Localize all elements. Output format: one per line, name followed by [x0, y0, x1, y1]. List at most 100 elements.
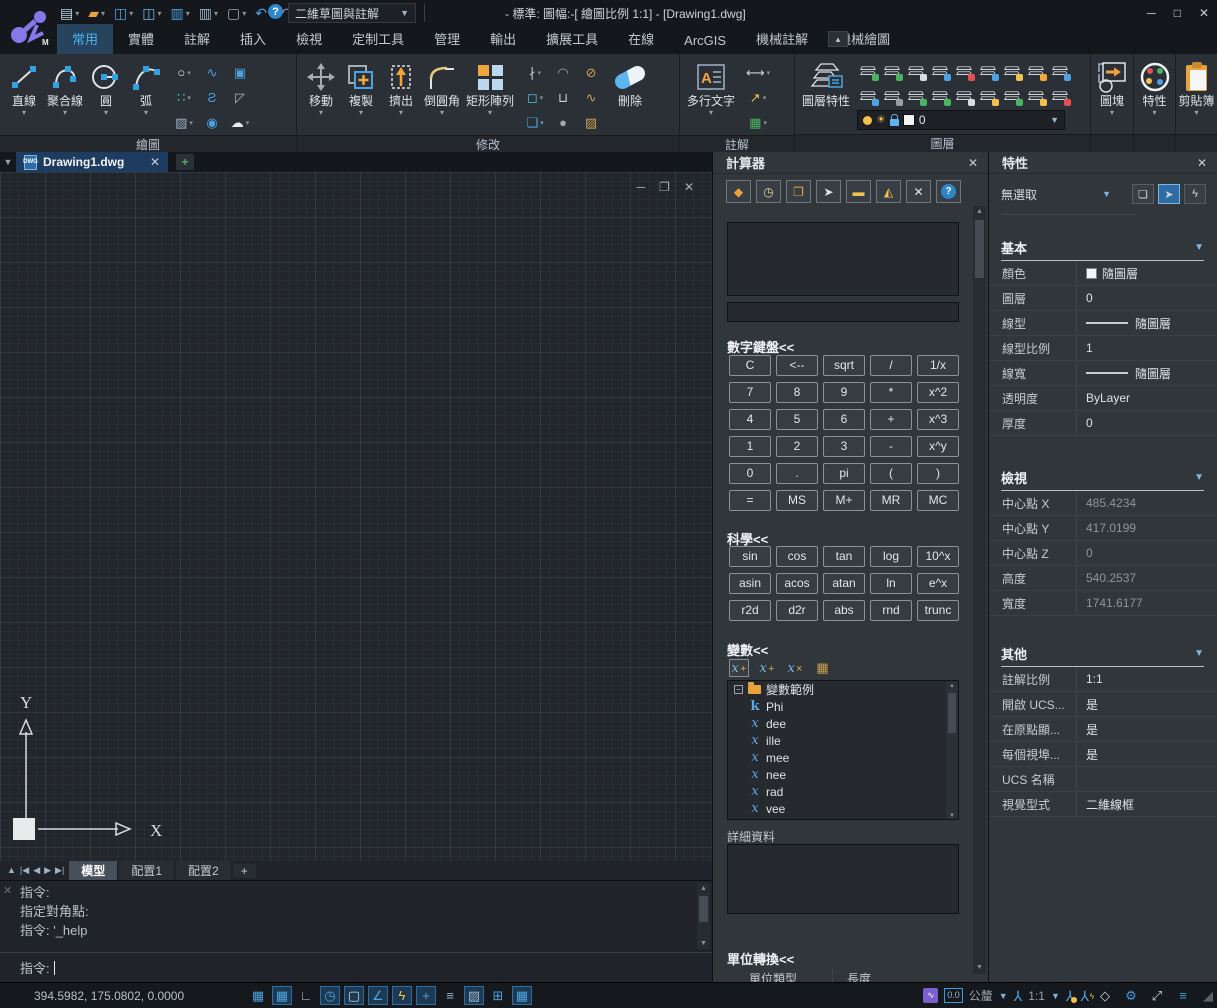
auto-annotation-scale-icon[interactable]: ⅄ϟ	[1080, 989, 1089, 1003]
property-row[interactable]: 高度 540.2537	[989, 566, 1217, 591]
clipboard-panel-button[interactable]: 剪貼簿 ▾	[1176, 58, 1217, 117]
selection-dropdown[interactable]: 無選取 ▼	[1001, 186, 1111, 203]
panel-label-draw[interactable]: 繪圖	[0, 135, 296, 153]
move-button[interactable]: 移動 ▾	[301, 58, 341, 117]
property-value[interactable]: ByLayer	[1077, 391, 1217, 405]
save-as-icon[interactable]: ◫▾	[142, 5, 161, 22]
edit-lengthen-icon[interactable]: ⊘	[577, 60, 605, 85]
statusbar-menu-icon[interactable]: ≡	[1173, 986, 1193, 1005]
command-input[interactable]: 指令:	[0, 952, 712, 982]
last-layout-icon[interactable]: ▶|	[55, 865, 64, 876]
measure-angle-icon[interactable]: ◭	[876, 180, 901, 203]
point-icon[interactable]: ∷	[170, 85, 198, 110]
document-tab-menu-icon[interactable]: ▼	[0, 157, 16, 167]
calc-key[interactable]: -	[870, 436, 912, 457]
quick-properties-icon[interactable]: ⊞	[488, 986, 508, 1005]
calc-key[interactable]: (	[870, 463, 912, 484]
calc-key[interactable]: 3	[823, 436, 865, 457]
ribbon-tab[interactable]: 實體	[113, 24, 169, 54]
calc-key[interactable]: <--	[776, 355, 818, 376]
ribbon-collapse-icon[interactable]: ▴	[828, 31, 848, 47]
select-objects-icon[interactable]: ➤	[1158, 184, 1180, 204]
property-row[interactable]: 顏色 隨圖層	[989, 261, 1217, 286]
copy-button[interactable]: 複製 ▾	[341, 58, 381, 117]
units-section-header[interactable]: 單位轉換<<	[727, 949, 794, 968]
donut-icon[interactable]: ◉	[198, 110, 226, 135]
calc-key[interactable]: =	[729, 490, 771, 511]
layer-lock-icon[interactable]	[953, 58, 977, 83]
calc-key[interactable]: x^y	[917, 436, 959, 457]
layer-unisolate-icon[interactable]	[881, 83, 905, 108]
selection-cycling-icon[interactable]: ▦	[512, 986, 532, 1005]
save-icon[interactable]: ◫▾	[114, 5, 133, 22]
calc-key[interactable]: 7	[729, 382, 771, 403]
spline-freehand-icon[interactable]: Ƨ	[198, 85, 226, 110]
layout-tab[interactable]: 配置1	[119, 861, 174, 880]
help-icon[interactable]: ?	[268, 4, 283, 19]
resize-grip-icon[interactable]: ◢	[1203, 988, 1213, 1004]
ribbon-tab[interactable]: 在線	[613, 24, 669, 54]
tree-collapse-icon[interactable]: −	[734, 685, 743, 694]
calc-key[interactable]: 6	[823, 409, 865, 430]
calc-sci-key[interactable]: d2r	[776, 600, 818, 621]
close-button[interactable]: ✕	[1199, 6, 1209, 20]
property-value[interactable]: 隨圖層	[1077, 365, 1217, 382]
variable-calculator-icon[interactable]: ▦	[813, 659, 833, 677]
model-space-icon[interactable]: ∿	[923, 988, 938, 1003]
calc-sci-key[interactable]: log	[870, 546, 912, 567]
property-row[interactable]: 圖層 0	[989, 286, 1217, 311]
scroll-down-icon[interactable]: ▼	[973, 962, 986, 974]
calc-key[interactable]: 1	[729, 436, 771, 457]
preview-icon[interactable]: ▢▾	[227, 5, 246, 22]
variable-item[interactable]: x rad	[728, 783, 958, 800]
units-label[interactable]: 公釐	[969, 987, 993, 1004]
calculator-close-icon[interactable]: ✕	[968, 156, 978, 170]
variable-item[interactable]: x ille	[728, 732, 958, 749]
layout-tab[interactable]: 配置2	[176, 861, 231, 880]
calc-key[interactable]: MC	[917, 490, 959, 511]
properties-titlebar[interactable]: 特性 ✕	[989, 152, 1217, 174]
scroll-down-icon[interactable]: ▼	[946, 811, 958, 820]
section-header-other[interactable]: 其他 ▼	[1001, 644, 1204, 667]
transparency-icon[interactable]: ▨	[464, 986, 484, 1005]
property-value[interactable]: 0	[1077, 291, 1217, 305]
app-logo[interactable]: M	[0, 0, 57, 54]
variables-folder-row[interactable]: − 變數範例	[728, 681, 958, 698]
command-scrollbar[interactable]: ▲ ▼	[697, 883, 710, 949]
document-tab-close-icon[interactable]: ✕	[150, 155, 160, 169]
property-value[interactable]: 隨圖層	[1077, 315, 1217, 332]
layer-match-icon[interactable]	[929, 83, 953, 108]
first-layout-icon[interactable]: |◀	[20, 865, 29, 876]
line-button[interactable]: 直線 ▾	[4, 58, 44, 117]
layer-thaw-icon[interactable]	[929, 58, 953, 83]
settings-gear-icon[interactable]: ⚙	[1121, 986, 1141, 1005]
polar-tracking-icon[interactable]: ◷	[320, 986, 340, 1005]
calc-sci-key[interactable]: asin	[729, 573, 771, 594]
property-row[interactable]: 線寬 隨圖層	[989, 361, 1217, 386]
calc-sci-key[interactable]: r2d	[729, 600, 771, 621]
next-layout-icon[interactable]: ▶	[44, 865, 51, 876]
history-icon[interactable]: ◷	[756, 180, 781, 203]
new-variable-icon[interactable]: x+	[729, 659, 749, 677]
calc-key[interactable]: )	[917, 463, 959, 484]
scale-icon[interactable]: ◻	[521, 85, 549, 110]
edit-polyline-icon[interactable]: ◠	[549, 60, 577, 85]
panel-label-modify[interactable]: 修改	[297, 135, 679, 153]
drawing-canvas[interactable]: ─ ❐ ✕ Y X	[0, 172, 712, 861]
ribbon-tab[interactable]: 常用	[57, 24, 113, 54]
thaw-all-layers-icon[interactable]	[1025, 58, 1049, 83]
scrollbar-thumb[interactable]	[699, 896, 708, 922]
chevron-down-icon[interactable]: ▼	[1051, 991, 1060, 1001]
calc-sci-key[interactable]: abs	[823, 600, 865, 621]
dynamic-input-icon[interactable]: +	[416, 986, 436, 1005]
variables-section-header[interactable]: 變數<<	[727, 640, 768, 659]
block-panel-button[interactable]: 圖塊 ▾	[1091, 58, 1133, 117]
ortho-mode-icon[interactable]: ∟	[296, 986, 316, 1005]
delete-variable-icon[interactable]: x×	[785, 659, 805, 677]
units-format-icon[interactable]: 0.0	[944, 988, 963, 1003]
open-icon[interactable]: ▰▾	[88, 5, 105, 22]
property-value[interactable]: 540.2537	[1077, 571, 1217, 585]
calc-key[interactable]: 4	[729, 409, 771, 430]
object-snap-icon[interactable]: ▢	[344, 986, 364, 1005]
section-header-view[interactable]: 檢視 ▼	[1001, 468, 1204, 491]
